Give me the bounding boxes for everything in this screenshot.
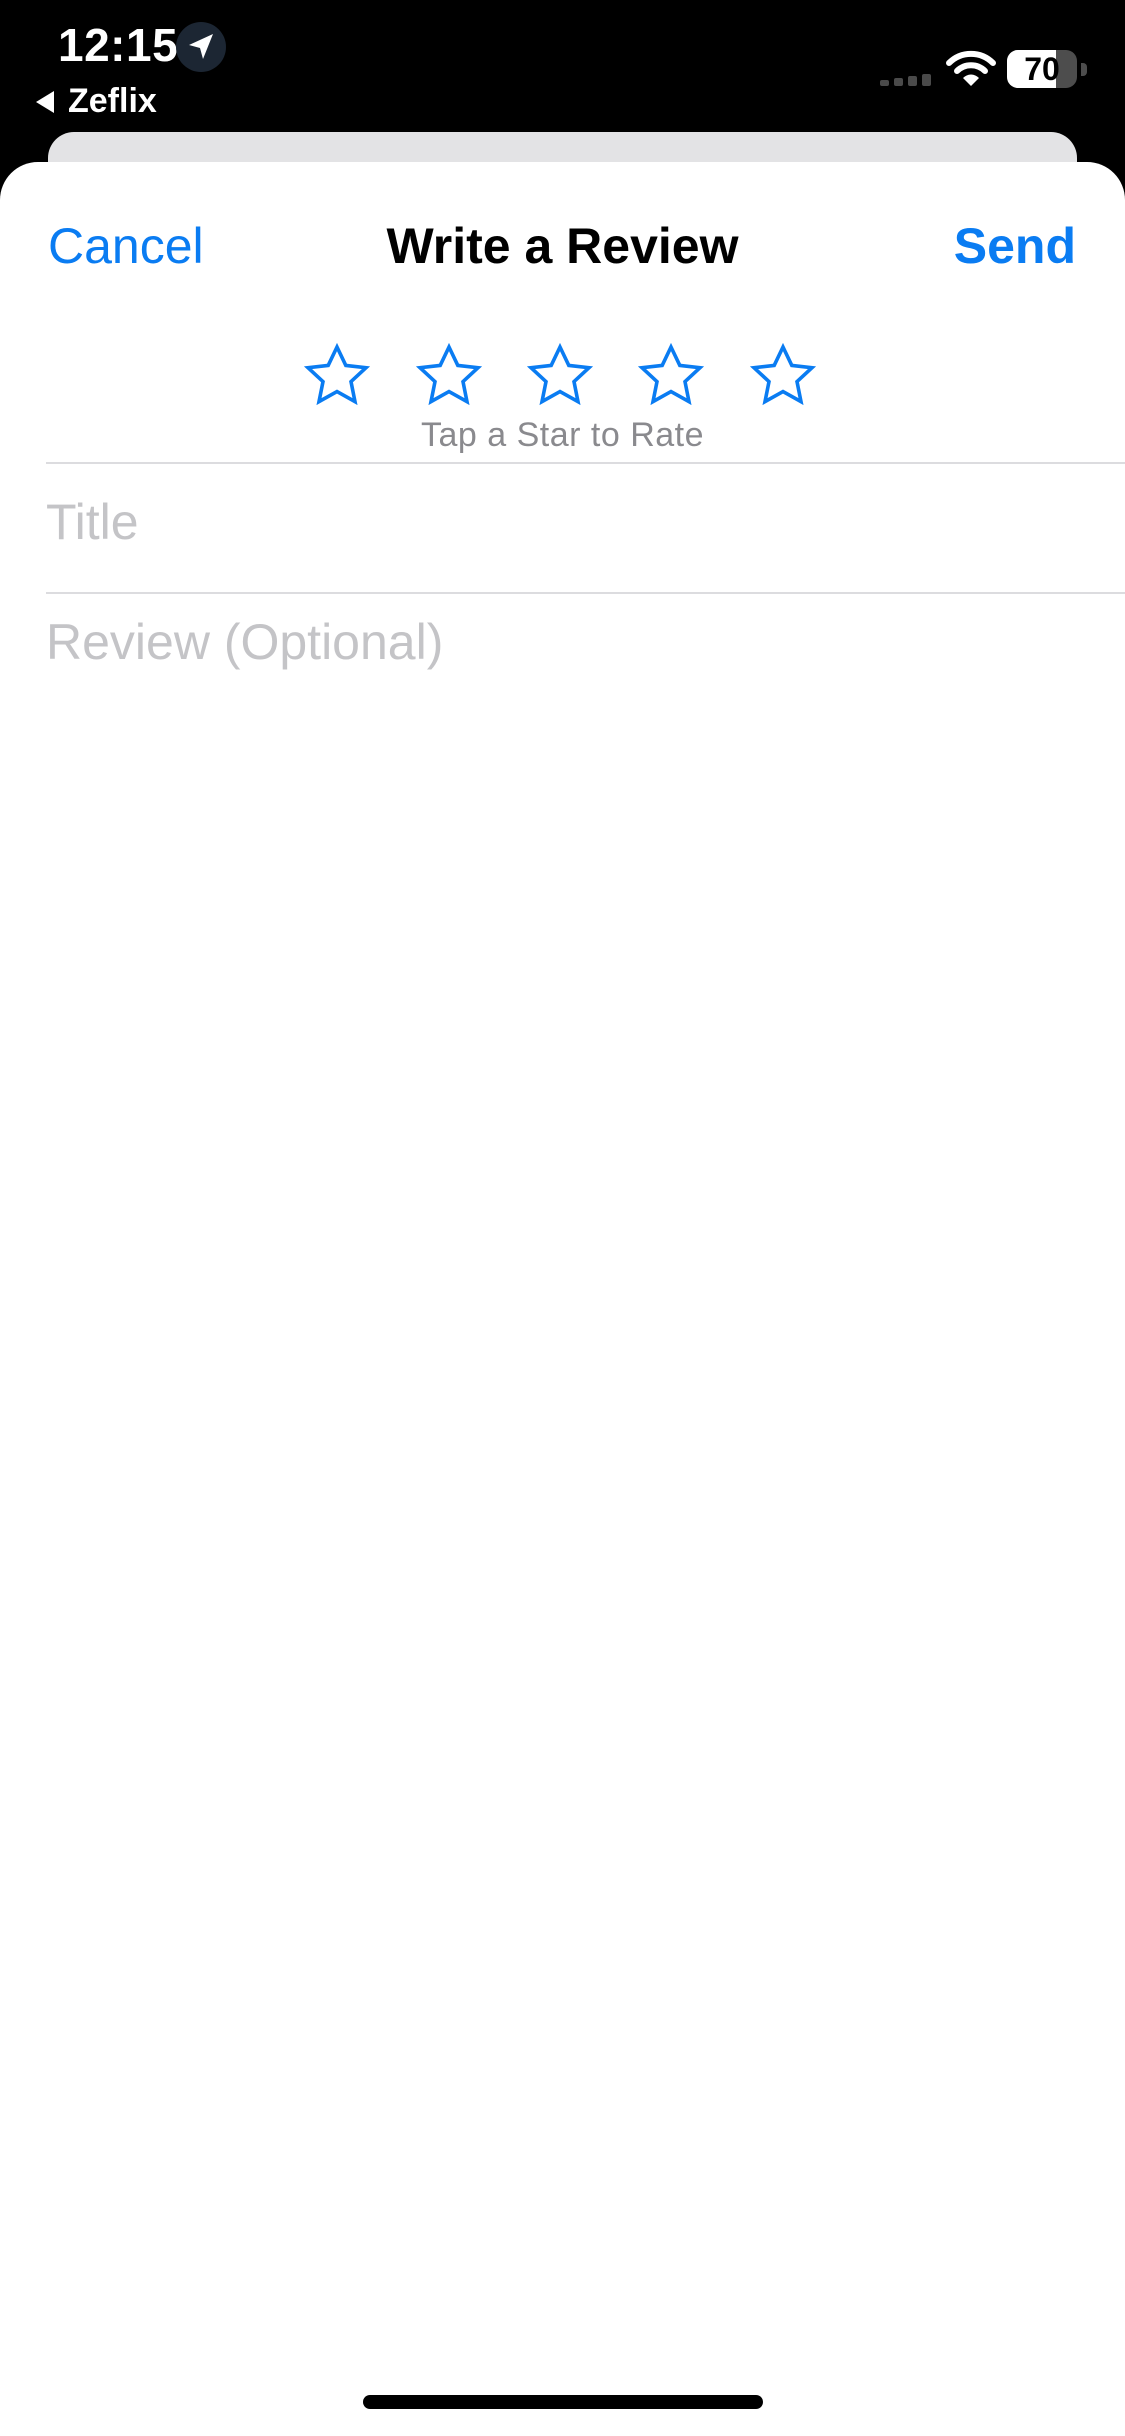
title-input[interactable] xyxy=(46,462,1096,582)
home-indicator[interactable] xyxy=(363,2395,763,2409)
location-arrow-icon xyxy=(176,22,226,72)
status-time: 12:15 xyxy=(58,19,179,71)
battery-icon: 70 xyxy=(1007,50,1089,88)
back-triangle-icon xyxy=(36,90,54,113)
star-1-button[interactable] xyxy=(302,342,372,412)
star-3-button[interactable] xyxy=(525,342,595,412)
star-outline-icon xyxy=(415,342,483,406)
star-5-button[interactable] xyxy=(748,342,818,412)
star-2-button[interactable] xyxy=(414,342,484,412)
write-review-sheet: Cancel Write a Review Send Tap a Star to… xyxy=(0,162,1125,2436)
back-app-label: Zeflix xyxy=(68,82,157,120)
sheet-nav-bar: Cancel Write a Review Send xyxy=(0,162,1125,332)
wifi-icon xyxy=(946,50,996,88)
back-to-app-button[interactable]: Zeflix xyxy=(36,82,157,121)
battery-level-text: 70 xyxy=(1024,51,1060,87)
send-button[interactable]: Send xyxy=(954,217,1076,275)
star-outline-icon xyxy=(749,342,817,406)
status-bar: 12:15 Zeflix 70 xyxy=(0,0,1125,135)
divider xyxy=(46,592,1125,594)
rate-hint: Tap a Star to Rate xyxy=(420,416,705,454)
star-outline-icon xyxy=(526,342,594,406)
star-outline-icon xyxy=(637,342,705,406)
star-rating xyxy=(0,342,1125,412)
review-textarea[interactable] xyxy=(46,610,1096,2310)
cellular-signal-icon xyxy=(880,72,936,86)
star-4-button[interactable] xyxy=(636,342,706,412)
star-outline-icon xyxy=(303,342,371,406)
